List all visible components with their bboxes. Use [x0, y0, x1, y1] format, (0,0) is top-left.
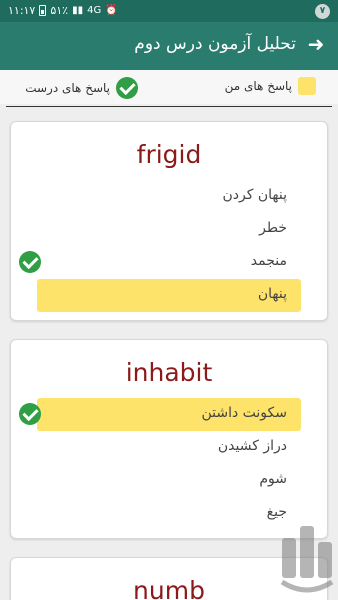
- question-card: frigid پنهان کردن خطر منجمد پنهان: [10, 121, 328, 321]
- option-item: شوم: [37, 464, 301, 497]
- status-right: ۷: [315, 3, 330, 19]
- alarm-icon: ⏰: [105, 5, 118, 16]
- question-word: frigid: [136, 140, 202, 169]
- battery-icon: [39, 5, 47, 16]
- signal-icon: ▮▮: [72, 5, 84, 16]
- time-text: ۱۱:۱۷: [8, 4, 36, 17]
- option-item: جیغ: [37, 497, 301, 530]
- option-item-selected: سکونت داشتن: [19, 398, 301, 431]
- legend-correct: پاسخ های درست: [25, 77, 138, 99]
- check-circle-icon: [19, 251, 41, 273]
- status-bar: ۱۱:۱۷ ۵۱٪ ▮▮ 4G ⏰ ۷: [0, 0, 338, 22]
- yellow-swatch-icon: [298, 77, 316, 95]
- option-text: پنهان کردن: [222, 187, 287, 203]
- option-item: منجمد: [19, 246, 301, 279]
- divider: [6, 106, 332, 107]
- network-text: 4G: [87, 5, 102, 16]
- option-text: خطر: [259, 220, 287, 236]
- option-item-selected: پنهان: [37, 279, 301, 312]
- option-text: سکونت داشتن: [201, 405, 287, 421]
- option-text: جیغ: [266, 504, 287, 520]
- option-item: پنهان کردن: [37, 180, 301, 213]
- app-bar: ➜ تحلیل آزمون درس دوم: [0, 22, 338, 70]
- option-text: پنهان: [257, 286, 287, 302]
- check-circle-icon: [19, 403, 41, 425]
- notification-badge: ۷: [315, 4, 330, 19]
- page-title: تحلیل آزمون درس دوم: [134, 34, 296, 54]
- legend-mine: پاسخ های من: [225, 77, 316, 95]
- option-text: منجمد: [250, 253, 287, 269]
- app-logo-watermark-icon: [280, 526, 334, 593]
- legend-mine-label: پاسخ های من: [224, 79, 292, 93]
- check-circle-icon: [116, 77, 138, 99]
- option-text: شوم: [259, 471, 287, 487]
- status-left: ۱۱:۱۷ ۵۱٪ ▮▮ 4G ⏰: [8, 4, 118, 17]
- legend: پاسخ های من پاسخ های درست: [0, 70, 338, 104]
- battery-text: ۵۱٪: [50, 4, 69, 17]
- question-word: inhabit: [125, 358, 213, 387]
- options-list: پنهان کردن خطر منجمد پنهان: [11, 180, 327, 312]
- option-item: خطر: [37, 213, 301, 246]
- option-text: دراز کشیدن: [217, 438, 287, 454]
- question-card: inhabit سکونت داشتن دراز کشیدن شوم جیغ: [10, 339, 328, 539]
- options-list: سکونت داشتن دراز کشیدن شوم جیغ: [11, 398, 327, 530]
- arrow-right-icon[interactable]: ➜: [304, 32, 328, 56]
- legend-correct-label: پاسخ های درست: [25, 81, 110, 95]
- option-item: دراز کشیدن: [37, 431, 301, 464]
